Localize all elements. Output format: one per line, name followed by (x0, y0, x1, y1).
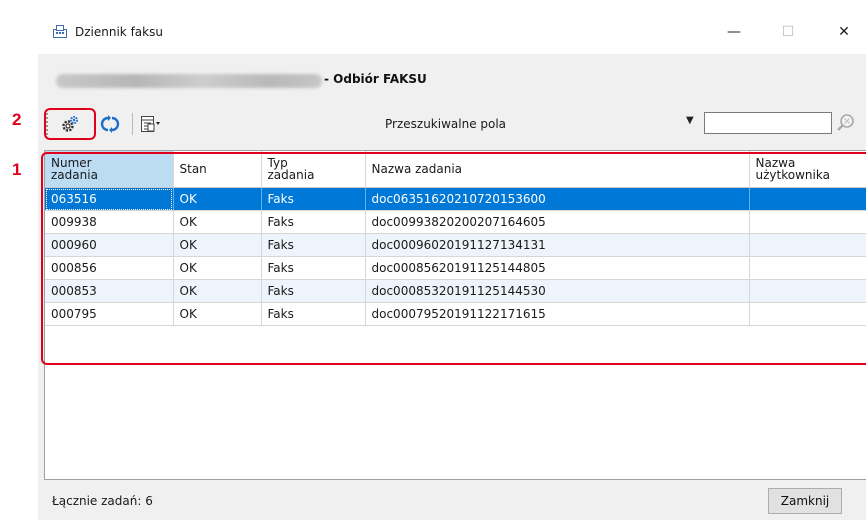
close-window-button[interactable]: ✕ (824, 20, 864, 44)
maximize-button[interactable]: ☐ (768, 20, 808, 44)
settings-gear-icon[interactable] (58, 112, 82, 136)
subject-suffix: - Odbiór FAKSU (324, 72, 427, 86)
search-input[interactable] (704, 112, 832, 134)
title-bar: Dziennik faksu — ☐ ✕ (38, 10, 866, 54)
total-jobs-count: Łącznie zadań: 6 (52, 494, 153, 508)
redacted-sender-info (56, 74, 322, 88)
table-highlight (41, 152, 866, 365)
searchable-fields-select[interactable]: Przeszukiwalne pola (385, 117, 506, 131)
subject-row: - Odbiór FAKSU (38, 54, 866, 106)
status-bar: Łącznie zadań: 6 Zamknij (38, 484, 866, 520)
minimize-button[interactable]: — (714, 20, 754, 44)
search-magnifier-icon[interactable] (835, 112, 857, 134)
toolbar-separator (132, 113, 133, 135)
close-button[interactable]: Zamknij (768, 488, 842, 514)
window-title: Dziennik faksu (75, 25, 163, 39)
callout-number-1: 1 (12, 160, 22, 179)
column-view-icon[interactable] (138, 112, 162, 136)
callout-number-2: 2 (12, 110, 22, 129)
chevron-down-icon[interactable]: ▼ (686, 115, 694, 126)
refresh-icon[interactable] (98, 112, 122, 136)
fax-app-icon (53, 25, 67, 38)
toolbar: Przeszukiwalne pola ▼ (38, 106, 866, 142)
